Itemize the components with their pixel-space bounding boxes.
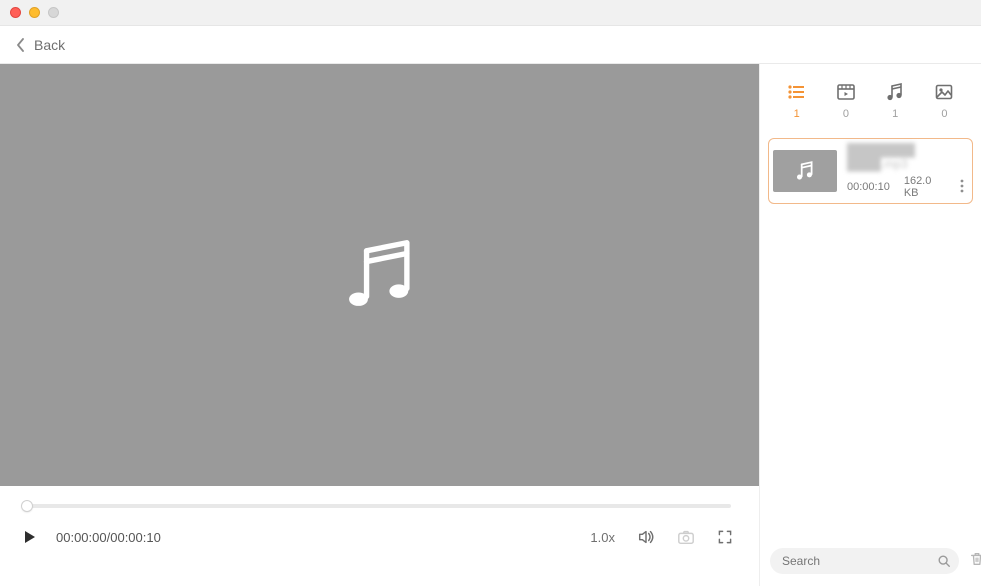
playlist-sidebar: 1 0 1 0 ████████ ████.mp3 [759, 64, 981, 586]
seek-bar[interactable] [24, 504, 731, 508]
play-button[interactable] [22, 529, 38, 545]
audio-icon [885, 82, 905, 102]
sidebar-tabs: 1 0 1 0 [766, 64, 975, 126]
fullscreen-icon [717, 529, 733, 545]
tab-image-count: 0 [941, 108, 947, 120]
tab-video[interactable]: 0 [836, 82, 856, 120]
page-header: Back [0, 26, 981, 64]
speed-button[interactable]: 1.0x [590, 530, 615, 545]
tab-list[interactable]: 1 [787, 82, 807, 120]
tab-image[interactable]: 0 [934, 82, 954, 120]
time-current: 00:00:00 [56, 530, 107, 545]
chevron-left-icon [16, 38, 26, 52]
play-icon [22, 529, 38, 545]
back-label: Back [34, 37, 65, 53]
music-note-icon [794, 160, 816, 182]
tab-video-count: 0 [843, 108, 849, 120]
window-minimize-button[interactable] [29, 7, 40, 18]
media-viewport[interactable] [0, 64, 759, 486]
item-thumb [773, 150, 837, 192]
camera-icon [677, 528, 695, 546]
playlist: ████████ ████.mp3 00:00:10 162.0 KB [766, 126, 975, 216]
window-close-button[interactable] [10, 7, 21, 18]
window-zoom-button[interactable] [48, 7, 59, 18]
music-note-icon [337, 232, 423, 318]
item-title: ████████ ████.mp3 [847, 143, 968, 171]
image-icon [934, 82, 954, 102]
volume-icon [637, 528, 655, 546]
more-vertical-icon [960, 179, 964, 193]
tab-audio-count: 1 [892, 108, 898, 120]
item-size: 162.0 KB [904, 175, 946, 199]
volume-button[interactable] [637, 528, 655, 546]
video-icon [836, 82, 856, 102]
back-button[interactable]: Back [16, 37, 65, 53]
sidebar-footer [766, 548, 975, 586]
fullscreen-button[interactable] [717, 529, 733, 545]
item-more-button[interactable] [960, 179, 968, 196]
snapshot-button[interactable] [677, 528, 695, 546]
time-display: 00:00:00/00:00:10 [56, 530, 161, 545]
delete-button[interactable] [969, 551, 981, 572]
item-duration: 00:00:10 [847, 181, 890, 193]
tab-audio[interactable]: 1 [885, 82, 905, 120]
search-box[interactable] [770, 548, 959, 574]
trash-icon [969, 551, 981, 567]
tab-list-count: 1 [794, 108, 800, 120]
time-total: 00:00:10 [110, 530, 161, 545]
list-item[interactable]: ████████ ████.mp3 00:00:10 162.0 KB [768, 138, 973, 204]
search-icon [937, 554, 951, 568]
search-input[interactable] [782, 554, 937, 568]
player-pane: 00:00:00/00:00:10 1.0x [0, 64, 759, 586]
list-icon [787, 82, 807, 102]
player-controls: 00:00:00/00:00:10 1.0x [0, 486, 759, 586]
seek-handle[interactable] [22, 501, 32, 511]
window-titlebar [0, 0, 981, 26]
